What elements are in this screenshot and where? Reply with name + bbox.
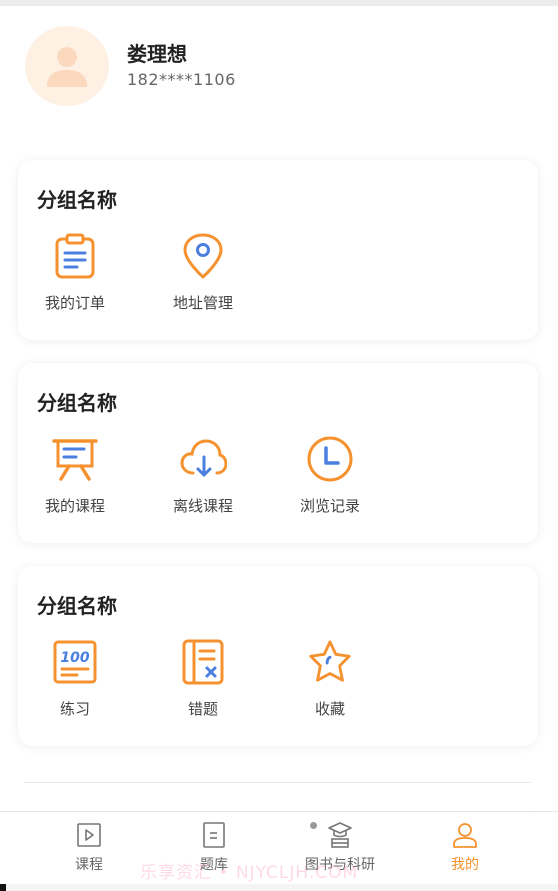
avatar[interactable]	[25, 26, 109, 106]
menu-content: 分组名称 我的订单 地址管理 分组名称 我的课程 离线课程 浏览记录 分组名称 …	[0, 146, 558, 826]
watermark: 乐享资汇 • NJYCLJH.COM	[140, 863, 359, 883]
menu-item-label: 地址管理	[172, 294, 233, 312]
menu-item-practice[interactable]: 100 练习	[30, 638, 120, 722]
wrong-notebook-icon	[179, 638, 227, 686]
menu-group-2: 分组名称 我的课程 离线课程 浏览记录	[18, 363, 538, 543]
star-icon	[306, 638, 354, 686]
avatar-person-icon	[47, 47, 87, 87]
tab-courses[interactable]: 课程	[34, 822, 144, 874]
user-name: 娄理想	[127, 42, 187, 66]
group-title: 分组名称	[37, 594, 117, 618]
menu-group-3: 分组名称 100 练习 错题 收藏	[18, 566, 538, 746]
menu-item-label: 我的订单	[44, 294, 105, 312]
tab-label: 课程	[75, 857, 103, 873]
clock-icon	[306, 435, 354, 483]
group-title: 分组名称	[37, 188, 117, 212]
menu-item-favorites[interactable]: 收藏	[285, 638, 375, 722]
user-phone: 182****1106	[127, 70, 236, 89]
question-bank-icon	[159, 822, 269, 848]
divider	[24, 782, 531, 783]
menu-item-offline-courses[interactable]: 离线课程	[158, 435, 248, 519]
profile-header[interactable]: 娄理想 182****1106	[0, 6, 558, 146]
book-graduation-icon	[285, 822, 395, 848]
menu-item-label: 我的课程	[44, 497, 105, 515]
menu-item-label: 练习	[59, 700, 90, 718]
score-100-icon: 100	[51, 638, 99, 686]
menu-item-history[interactable]: 浏览记录	[285, 435, 375, 519]
menu-item-my-orders[interactable]: 我的订单	[30, 232, 120, 316]
presentation-board-icon	[51, 435, 99, 483]
svg-text:100: 100	[60, 650, 89, 666]
corner-mark	[0, 884, 6, 891]
menu-item-address[interactable]: 地址管理	[158, 232, 248, 316]
play-icon	[34, 822, 144, 848]
menu-item-label: 收藏	[314, 700, 345, 718]
menu-item-label: 错题	[187, 700, 218, 718]
notification-dot	[310, 822, 317, 829]
group-title: 分组名称	[37, 391, 117, 415]
clipboard-icon	[51, 232, 99, 280]
menu-item-label: 浏览记录	[299, 497, 360, 515]
menu-item-label: 离线课程	[172, 497, 233, 515]
menu-group-1: 分组名称 我的订单 地址管理	[18, 160, 538, 340]
bottom-strip	[0, 884, 558, 891]
menu-item-wrong-questions[interactable]: 错题	[158, 638, 248, 722]
cloud-download-icon	[179, 435, 227, 483]
location-pin-icon	[179, 232, 227, 280]
menu-item-my-courses[interactable]: 我的课程	[30, 435, 120, 519]
person-icon	[410, 822, 520, 848]
